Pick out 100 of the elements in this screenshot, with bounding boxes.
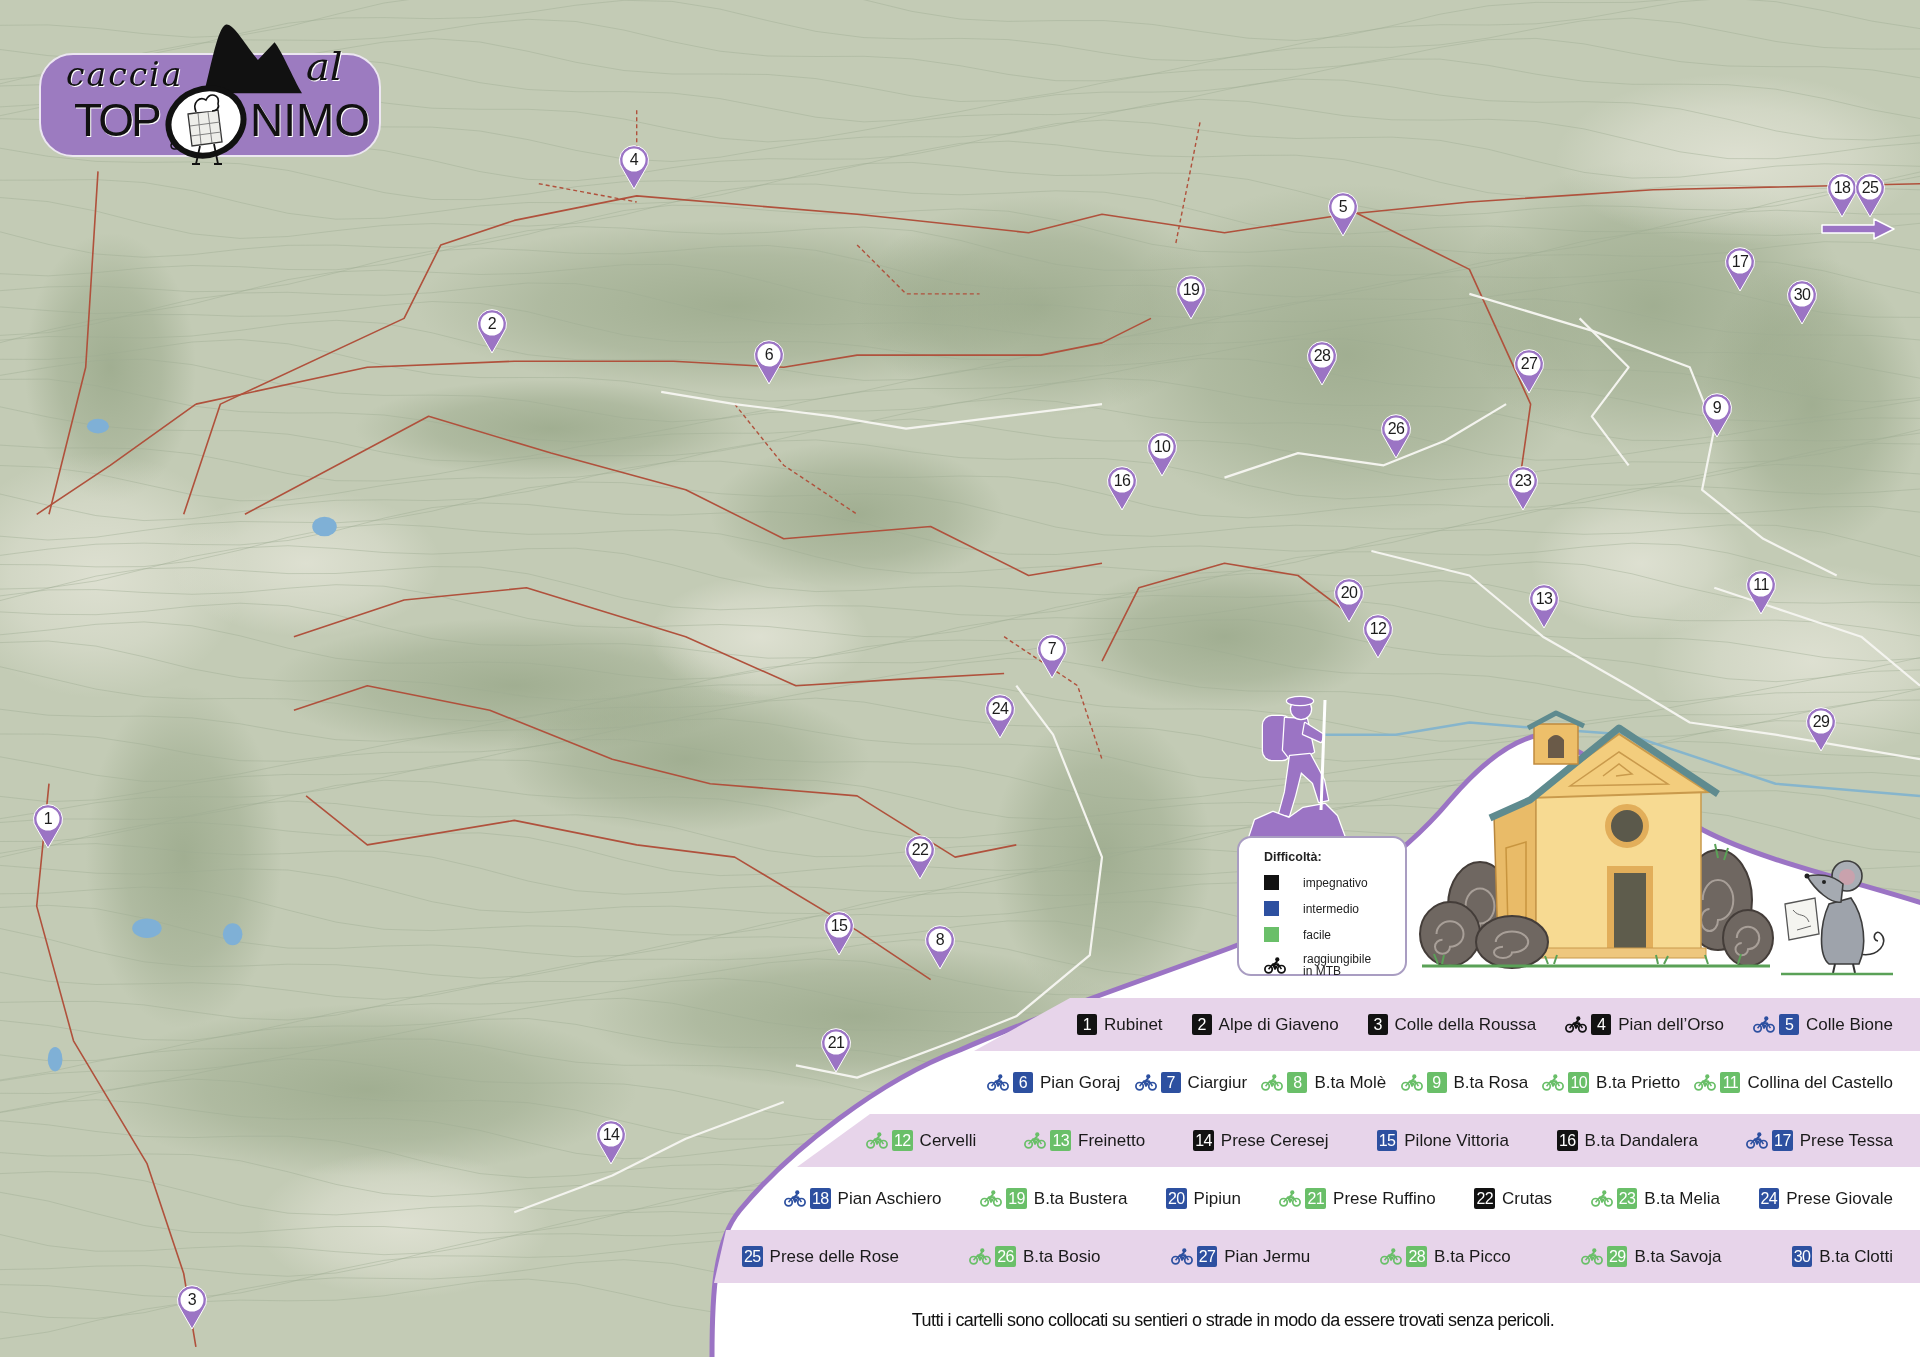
place-name: Rubinet [1104,1014,1163,1035]
map-marker: 16 [1106,465,1138,511]
place-name: Pilone Vittoria [1404,1130,1509,1151]
number-badge: 17 [1772,1130,1793,1151]
number-badge: 2 [1191,1014,1212,1035]
number-badge: 4 [1591,1014,1612,1035]
map-marker: 14 [595,1119,627,1165]
place-name: Prese delle Rose [769,1246,900,1267]
number-badge: 30 [1791,1246,1813,1267]
map-marker: 1 [32,803,64,849]
map-marker: 11 [1745,569,1777,615]
number-badge: 9 [1426,1072,1447,1093]
number-badge: 28 [1406,1246,1428,1267]
place-name: B.ta Rosa [1453,1072,1529,1093]
number-badge: 12 [892,1130,913,1151]
logo-text: caccia [66,58,184,91]
place-name: Pian Goraj [1040,1072,1121,1093]
legend-label: impegnativo [1303,876,1369,889]
number-badge: 6 [1013,1072,1033,1093]
number-badge: 18 [810,1188,831,1209]
number-badge: 29 [1606,1246,1628,1267]
map-marker: 2 [476,308,508,354]
map-marker: 28 [1306,340,1338,386]
place-name: Colle della Roussa [1394,1014,1537,1035]
map-marker: 25 [1854,172,1886,218]
place-name: Crutas [1502,1188,1553,1209]
map-marker: 4 [618,144,650,190]
map-marker: 21 [820,1027,852,1073]
place-name: B.ta Molè [1314,1072,1387,1093]
map-marker: 19 [1175,274,1207,320]
place-name: B.ta Bustera [1033,1188,1128,1209]
number-badge: 21 [1305,1188,1327,1209]
place-name: Colle Bione [1806,1014,1893,1035]
map-marker: 5 [1327,191,1359,237]
place-name: B.ta Savoja [1634,1246,1722,1267]
number-badge: 11 [1720,1072,1741,1093]
mouse-in-ring-icon [162,84,250,168]
logo-text: NIMO [250,97,371,143]
legend-label: facile [1303,928,1332,941]
number-badge: 14 [1193,1130,1214,1151]
place-name: Freinetto [1078,1130,1146,1151]
map-marker: 24 [984,693,1016,739]
number-badge: 23 [1616,1188,1638,1209]
place-name: Pian Jermu [1224,1246,1311,1267]
place-name: Pian Aschiero [837,1188,942,1209]
place-name: B.ta Clotti [1819,1246,1893,1267]
map-marker: 30 [1786,279,1818,325]
map-marker: 10 [1146,431,1178,477]
number-badge: 20 [1166,1188,1187,1209]
legend-label: intermedio [1303,902,1361,915]
number-badge: 24 [1758,1188,1780,1209]
map-marker: 8 [924,924,956,970]
footer-note: Tutti i cartelli sono collocati su sentieri o strade in modo da essere trovati senza pericoli. [911,1310,1555,1330]
place-name: Prese Ruffino [1333,1188,1436,1209]
map-marker: 23 [1507,465,1539,511]
map-marker: 13 [1528,583,1560,629]
map-marker: 18 [1826,172,1858,218]
number-badge: 26 [995,1246,1016,1267]
number-badge: 15 [1376,1130,1398,1151]
place-name: B.ta Bosio [1022,1246,1101,1267]
map-marker: 27 [1513,348,1545,394]
map-marker: 12 [1362,613,1394,659]
legend-label: raggiungibile in MTB [1303,953,1373,977]
right-arrow-icon [1820,217,1896,241]
lake-shape [222,923,243,946]
map-marker: 22 [904,834,936,880]
lake-shape [86,418,109,434]
lake-shape [132,918,162,938]
lake-shape [47,1046,63,1072]
bicycle-icon [1264,956,1286,974]
place-name: Prese Tessa [1799,1130,1893,1151]
map-marker: 3 [176,1284,208,1330]
legend-title: Difficoltà: [1264,849,1322,865]
number-badge: 13 [1050,1130,1071,1151]
number-badge: 22 [1474,1188,1496,1209]
place-name: B.ta Melia [1644,1188,1720,1209]
map-marker: 17 [1724,246,1756,292]
map-marker: 20 [1333,577,1365,623]
number-badge: 7 [1160,1072,1181,1093]
logo-text: al [306,46,343,86]
place-name: Pian dell’Orso [1618,1014,1725,1035]
number-badge: 5 [1779,1014,1800,1035]
number-badge: 8 [1287,1072,1308,1093]
map-marker: 26 [1380,413,1412,459]
place-name: Cervelli [919,1130,977,1151]
place-name: Ciargiur [1187,1072,1248,1093]
place-name: Alpe di Giaveno [1218,1014,1339,1035]
number-badge: 10 [1568,1072,1590,1093]
map-marker: 9 [1701,392,1733,438]
place-name: Prese Ceresej [1220,1130,1329,1151]
map-marker: 29 [1805,706,1837,752]
place-name: Pipiun [1193,1188,1241,1209]
number-badge: 19 [1006,1188,1027,1209]
place-name: Prese Giovale [1786,1188,1893,1209]
logo-text: TOP [74,97,159,143]
number-badge: 25 [742,1246,763,1267]
place-name: B.ta Picco [1434,1246,1511,1267]
map-marker: 7 [1036,633,1068,679]
mountain-icon [204,22,302,94]
map-marker: 6 [753,339,785,385]
